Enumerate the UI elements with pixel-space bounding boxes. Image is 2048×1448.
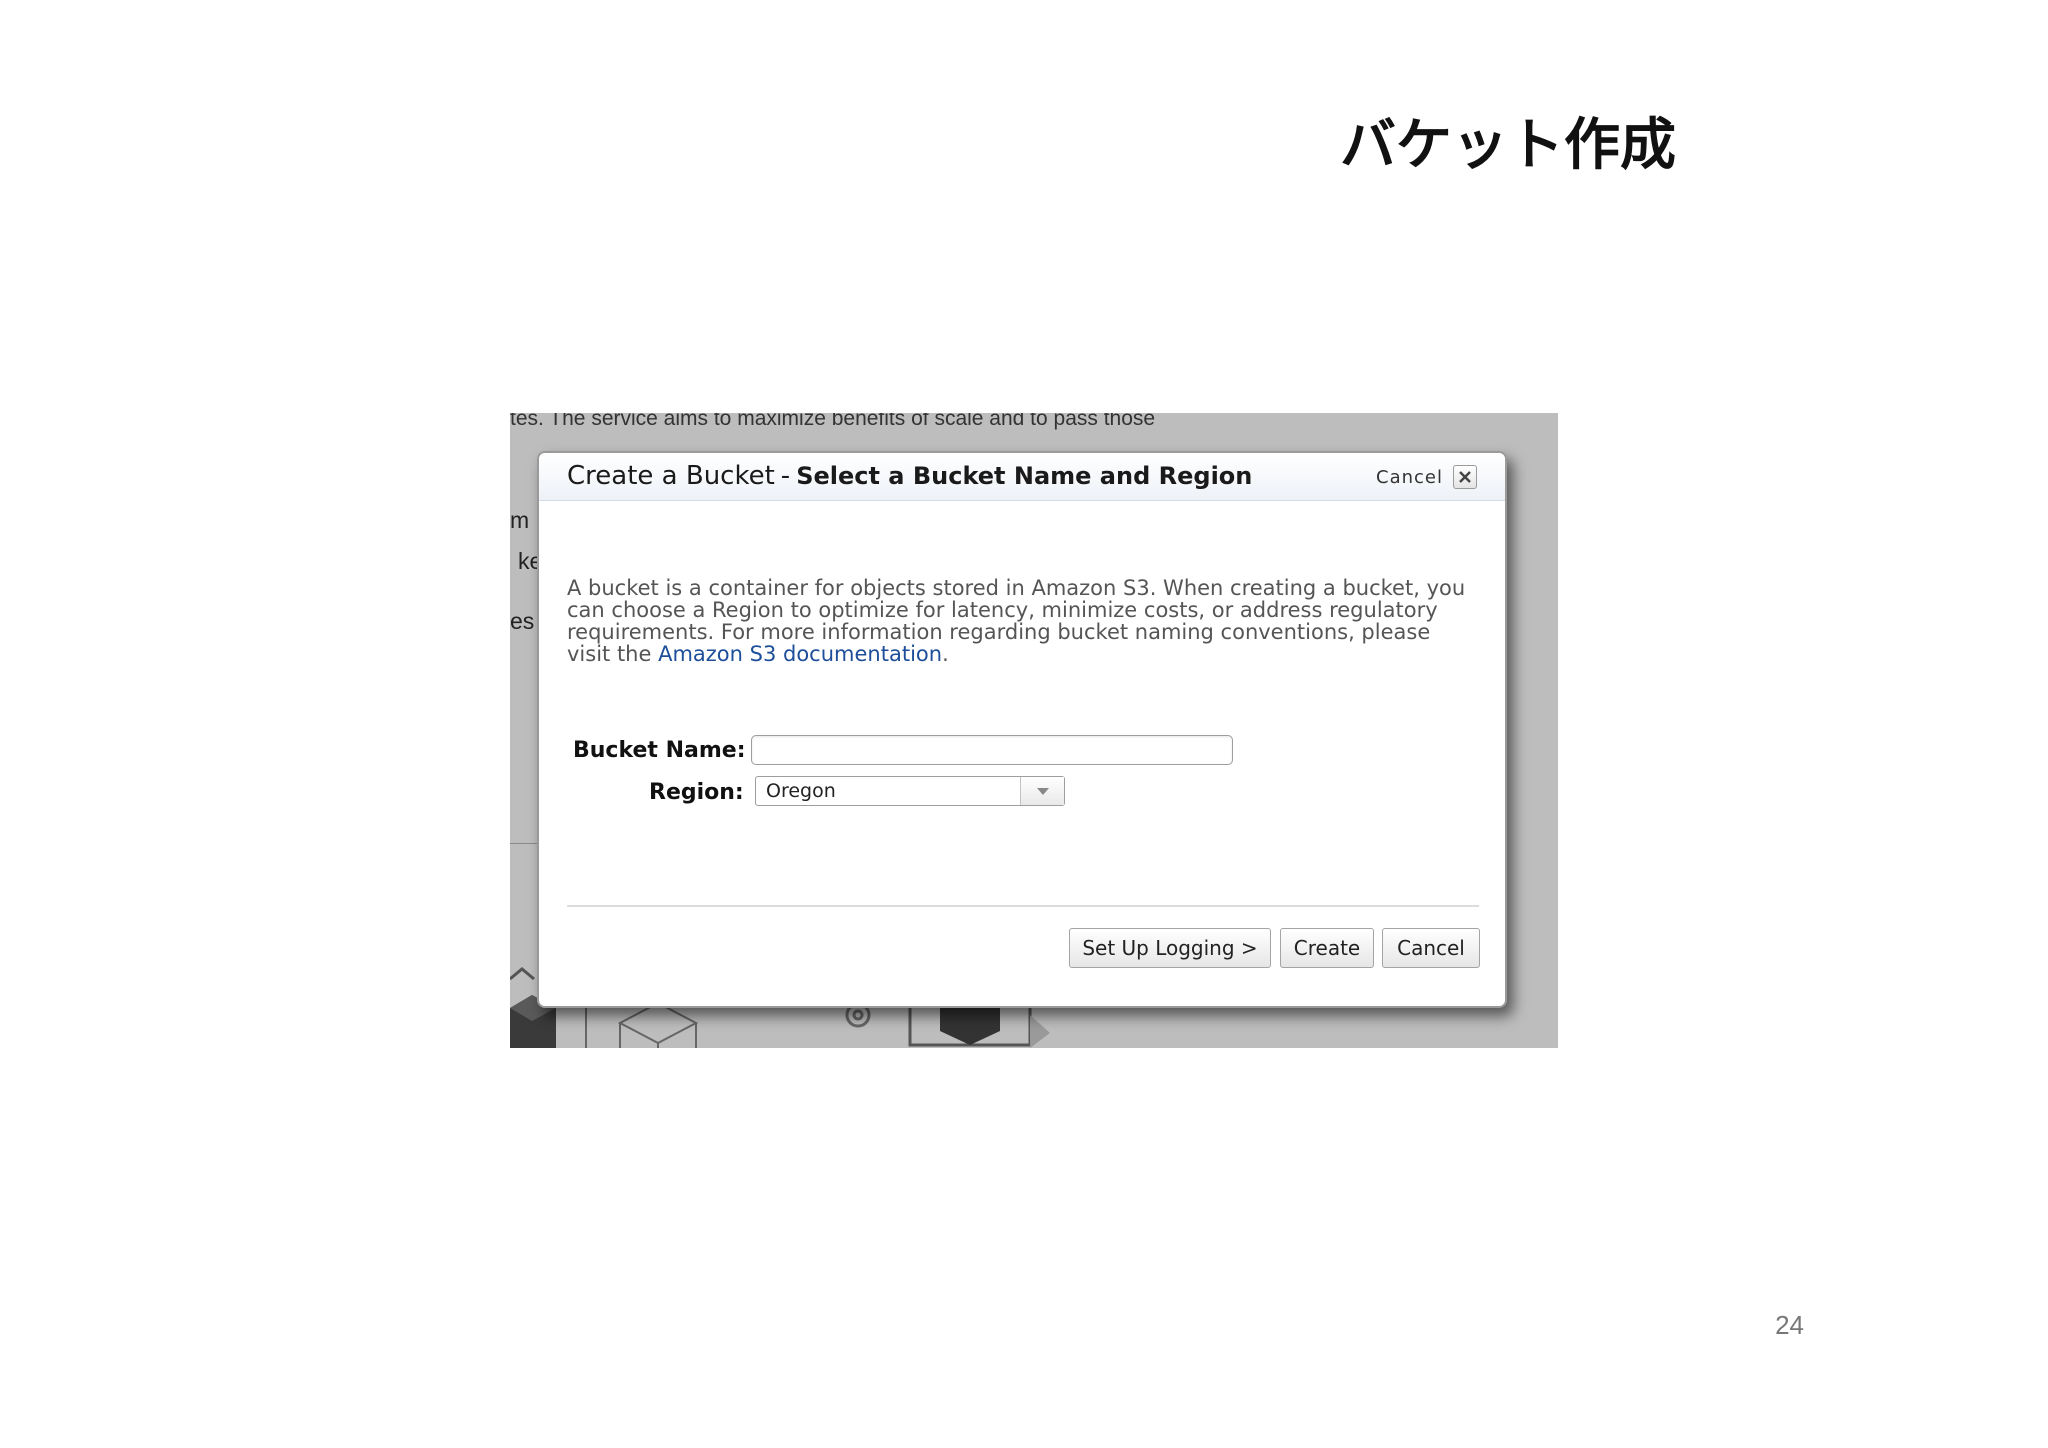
dialog-description: A bucket is a container for objects stor… bbox=[567, 577, 1477, 665]
dropdown-arrow-icon bbox=[1036, 788, 1049, 795]
background-divider bbox=[510, 843, 540, 844]
dropdown-arrow-button[interactable] bbox=[1020, 777, 1064, 805]
create-bucket-dialog: Create a Bucket - Select a Bucket Name and… bbox=[537, 451, 1507, 1008]
bucket-name-label: Bucket Name: bbox=[573, 738, 746, 763]
set-up-logging-button[interactable]: Set Up Logging > bbox=[1069, 928, 1271, 968]
region-selected-value: Oregon bbox=[766, 780, 836, 802]
bucket-name-input[interactable] bbox=[751, 735, 1233, 765]
region-label: Region: bbox=[649, 780, 744, 805]
background-text: tes. The service aims to maximize benefi… bbox=[510, 413, 1156, 430]
cube-icon bbox=[510, 967, 535, 981]
title-separator: - bbox=[780, 461, 791, 491]
footer-divider bbox=[567, 905, 1479, 907]
documentation-link[interactable]: Amazon S3 documentation bbox=[658, 642, 942, 666]
region-select[interactable]: Oregon bbox=[755, 776, 1065, 806]
header-cancel-link[interactable]: Cancel bbox=[1376, 467, 1443, 488]
dialog-title-main: Create a Bucket bbox=[567, 461, 775, 491]
screenshot: tes. The service aims to maximize benefi… bbox=[510, 413, 1558, 1048]
dialog-title: Create a Bucket - Select a Bucket Name and… bbox=[567, 461, 1252, 491]
background-text-fragment: es bbox=[510, 608, 535, 634]
create-button[interactable]: Create bbox=[1280, 928, 1374, 968]
cancel-button[interactable]: Cancel bbox=[1382, 928, 1480, 968]
slide-title: バケット作成 bbox=[1340, 113, 1676, 178]
dialog-header: Create a Bucket - Select a Bucket Name and… bbox=[539, 453, 1505, 501]
close-button[interactable] bbox=[1453, 465, 1477, 489]
close-icon bbox=[1459, 471, 1471, 483]
description-end: . bbox=[942, 642, 949, 666]
page-number: 24 bbox=[1775, 1310, 1804, 1340]
background-text-fragment: m bbox=[510, 507, 530, 533]
dialog-subtitle: Select a Bucket Name and Region bbox=[796, 462, 1253, 490]
